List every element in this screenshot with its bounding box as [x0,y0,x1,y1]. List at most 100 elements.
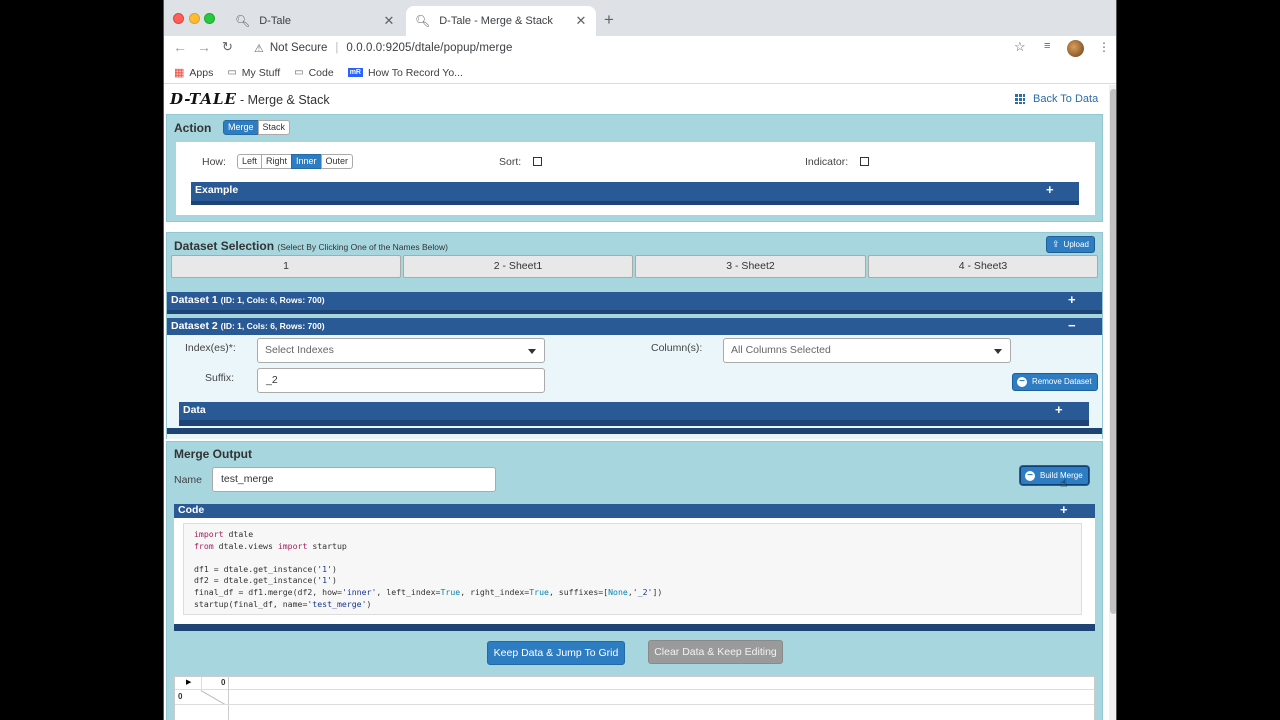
url-text: 0.0.0.0:9205/dtale/popup/merge [346,42,513,54]
back-to-data-label: Back To Data [1033,93,1099,105]
dataset2-footer-bar [167,428,1102,434]
code-label: Code [178,504,205,516]
build-merge-button[interactable]: − Build Merge [1020,466,1089,485]
browser-tab-dtale[interactable]: 🔍︎ D-Tale ✕ [226,6,404,36]
code-section-header[interactable]: Code + [174,502,1095,518]
close-tab-icon[interactable]: ✕ [380,13,398,29]
dataset2-header[interactable]: Dataset 2 (ID: 1, Cols: 6, Rows: 700) − [167,318,1102,335]
clear-data-button[interactable]: Clear Data & Keep Editing [648,640,783,664]
dataset-select-4[interactable]: 4 - Sheet3 [868,255,1098,278]
dataset-select-2[interactable]: 2 - Sheet1 [403,255,633,278]
collapse-minus-icon[interactable]: − [1068,318,1076,333]
media-queue-icon[interactable]: ≡ [1044,40,1050,52]
back-to-data-link[interactable]: Back To Data [1015,93,1098,105]
index-label: Index(es)*: [185,342,236,354]
minus-circle-icon: − [1025,470,1035,481]
search-icon: 🔍︎ [235,14,251,28]
grid-column-header[interactable]: 0 [221,678,225,687]
columns-select[interactable]: All Columns Selected [723,338,1011,363]
dataset-selection-heading: Dataset Selection [174,239,275,253]
name-label: Name [174,474,203,486]
dataset1-meta: (ID: 1, Cols: 6, Rows: 700) [220,295,325,305]
remove-dataset-label: Remove Dataset [1032,377,1092,386]
address-bar[interactable]: ⚠︎ Not Secure | 0.0.0.0:9205/dtale/popup… [246,37,1036,59]
data-label: Data [183,404,206,416]
bookmark-how-to-record[interactable]: mR How To Record Yo... [347,67,463,79]
how-outer-button[interactable]: Outer [320,154,354,169]
example-label: Example [195,184,239,196]
close-tab-icon[interactable]: ✕ [572,13,590,29]
grid-menu-toggle-icon[interactable]: ▶ [186,678,191,686]
chevron-down-icon [994,349,1002,354]
grid-row-header-divider [228,677,229,720]
index-select-placeholder: Select Indexes [265,344,334,356]
close-window-button[interactable] [173,13,184,24]
how-label: How: [202,156,226,168]
data-section-header[interactable]: Data + [179,402,1089,426]
folder-icon: ▭ [294,67,304,78]
bookmark-star-icon[interactable]: ☆ [1014,39,1026,55]
profile-avatar[interactable] [1067,40,1084,57]
how-right-button[interactable]: Right [261,154,293,169]
remove-dataset-button[interactable]: − Remove Dataset [1012,373,1098,391]
warning-icon: ⚠︎ [254,42,264,55]
page-title: - Merge & Stack [240,93,330,107]
dataset2-body: Index(es)*: Select Indexes Column(s): Al… [167,335,1102,439]
dataset-select-3[interactable]: 3 - Sheet2 [635,255,866,278]
forward-arrow-icon[interactable]: → [197,39,211,55]
action-title: Action [174,121,212,135]
dataset1-header[interactable]: Dataset 1 (ID: 1, Cols: 6, Rows: 700) + [167,292,1102,314]
dataset1-title: Dataset 1 (ID: 1, Cols: 6, Rows: 700) [171,294,325,306]
maximize-window-button[interactable] [204,13,215,24]
columns-label: Column(s): [651,342,703,354]
back-arrow-icon[interactable]: ← [173,39,187,55]
indicator-label: Indicator: [805,156,849,168]
index-select[interactable]: Select Indexes [257,338,545,363]
indicator-checkbox[interactable] [860,157,869,166]
minus-circle-icon: − [1017,377,1027,387]
suffix-label: Suffix: [205,372,234,384]
stack-mode-button[interactable]: Stack [257,120,291,135]
mr-logo-icon: mR [347,68,363,77]
browser-tab-merge-stack[interactable]: 🔍︎ D-Tale - Merge & Stack ✕ [406,6,596,36]
browser-window: 🔍︎ D-Tale ✕ 🔍︎ D-Tale - Merge & Stack ✕ … [163,0,1117,720]
chevron-down-icon [528,349,536,354]
reload-icon[interactable]: ↻ [222,39,233,55]
dataset2-meta: (ID: 1, Cols: 6, Rows: 700) [220,321,325,331]
new-tab-icon[interactable]: + [604,10,614,30]
bookmark-apps[interactable]: ▦ Apps [174,66,214,80]
action-panel: Action Merge Stack How: Left Right Inner… [166,114,1103,222]
expand-plus-icon[interactable]: + [1046,182,1054,197]
address-separator: | [335,42,339,54]
suffix-input[interactable]: _2 [257,368,545,393]
minimize-window-button[interactable] [189,13,200,24]
expand-plus-icon[interactable]: + [1068,292,1076,307]
bookmark-label: Apps [189,66,214,79]
example-section-header[interactable]: Example + [191,182,1079,205]
upload-button[interactable]: ⇪ Upload [1046,236,1095,253]
grid-icon [1015,94,1025,104]
expand-plus-icon[interactable]: + [1055,402,1063,417]
scrollbar-thumb[interactable] [1110,89,1116,614]
grid-header-row [175,677,1094,690]
dataset-selection-hint: (Select By Clicking One of the Names Bel… [277,242,448,252]
expand-plus-icon[interactable]: + [1060,502,1068,517]
columns-select-value: All Columns Selected [731,344,831,356]
bookmark-my-stuff[interactable]: ▭ My Stuff [227,67,280,79]
bookmark-label: My Stuff [241,66,281,79]
tab-title: D-Tale [259,15,292,27]
data-grid-preview: ▶ 0 0 [174,676,1095,720]
kebab-menu-icon[interactable]: ⋮ [1098,40,1110,54]
page-content: D-TALE - Merge & Stack Back To Data Acti… [164,85,1109,720]
how-left-button[interactable]: Left [237,154,263,169]
merge-mode-button[interactable]: Merge [223,120,259,135]
search-icon: 🔍︎ [415,14,431,28]
bookmark-code[interactable]: ▭ Code [294,67,334,79]
page-scrollbar[interactable] [1109,85,1116,720]
how-inner-button[interactable]: Inner [291,154,322,169]
merge-name-input[interactable]: test_merge [212,467,496,492]
keep-data-jump-button[interactable]: Keep Data & Jump To Grid [487,641,625,665]
dataset1-name: Dataset 1 [171,294,218,306]
dataset-select-1[interactable]: 1 [171,255,401,278]
sort-checkbox[interactable] [533,157,542,166]
